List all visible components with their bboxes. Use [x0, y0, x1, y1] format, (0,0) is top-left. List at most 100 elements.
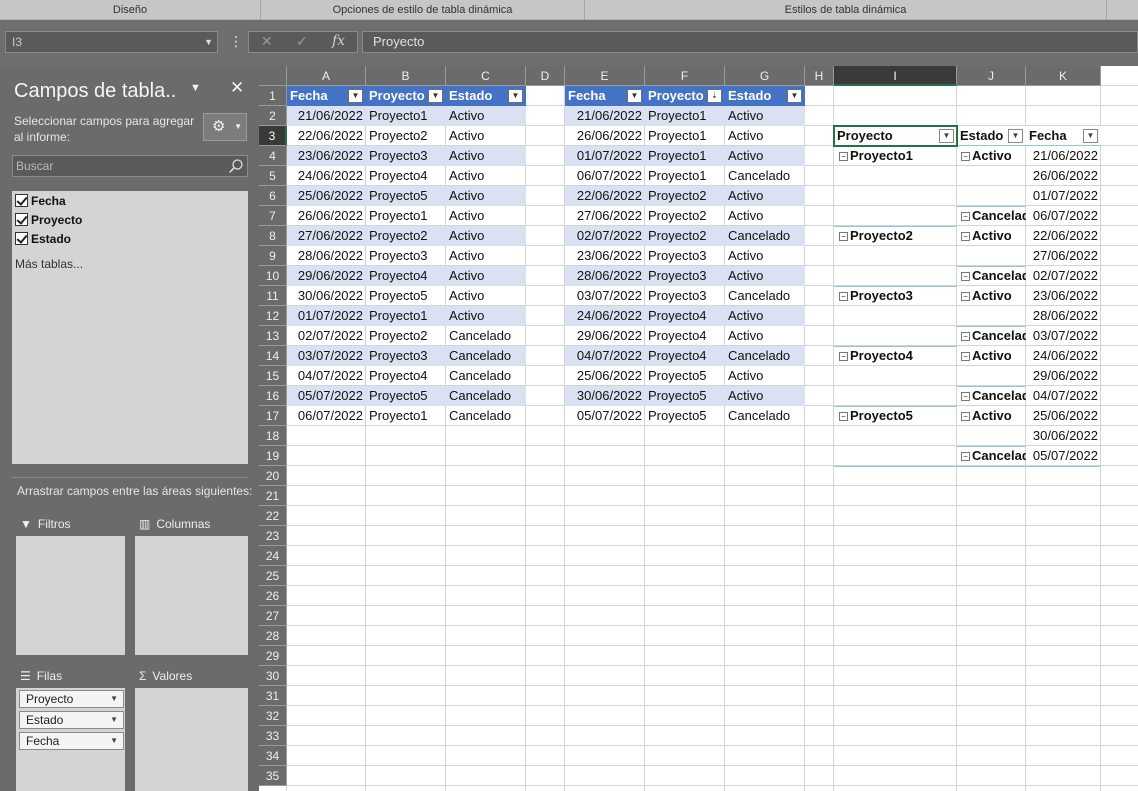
pivot-value-cell[interactable]: 04/07/2022: [1026, 386, 1101, 406]
table-cell[interactable]: 05/07/2022: [565, 406, 645, 426]
collapse-icon[interactable]: −: [839, 352, 848, 361]
table-cell[interactable]: 03/07/2022: [565, 286, 645, 306]
table-cell[interactable]: Cancelado: [446, 366, 526, 386]
table-cell[interactable]: Proyecto1: [645, 166, 725, 186]
table-cell[interactable]: Activo: [725, 246, 805, 266]
row-header-26[interactable]: 26: [259, 586, 287, 606]
pivot-row-label[interactable]: − Proyecto4: [834, 346, 957, 366]
table-cell[interactable]: 21/06/2022: [565, 106, 645, 126]
filter-dropdown-icon[interactable]: ▼: [508, 89, 523, 103]
insert-function-icon[interactable]: fx: [332, 33, 345, 49]
table-cell[interactable]: Activo: [725, 386, 805, 406]
collapse-icon[interactable]: −: [961, 392, 970, 401]
checkbox-checked-icon[interactable]: [15, 232, 28, 245]
collapse-icon[interactable]: −: [961, 452, 970, 461]
row-header-32[interactable]: 32: [259, 706, 287, 726]
table-cell[interactable]: Activo: [725, 326, 805, 346]
table-cell[interactable]: 29/06/2022: [287, 266, 366, 286]
table-cell[interactable]: Proyecto5: [645, 386, 725, 406]
pivot-row-label[interactable]: −Cancelado: [957, 206, 1026, 226]
table-cell[interactable]: 22/06/2022: [287, 126, 366, 146]
table-cell[interactable]: 04/07/2022: [565, 346, 645, 366]
collapse-icon[interactable]: −: [839, 232, 848, 241]
collapse-icon[interactable]: −: [961, 212, 970, 221]
pivot-value-cell[interactable]: 02/07/2022: [1026, 266, 1101, 286]
table-cell[interactable]: Activo: [725, 106, 805, 126]
collapse-icon[interactable]: −: [961, 152, 970, 161]
table-cell[interactable]: Proyecto4: [645, 346, 725, 366]
pivot-row-label[interactable]: − Proyecto3: [834, 286, 957, 306]
table-cell[interactable]: 28/06/2022: [565, 266, 645, 286]
table-cell[interactable]: Proyecto5: [645, 406, 725, 426]
row-header-2[interactable]: 2: [259, 106, 287, 126]
table-cell[interactable]: Proyecto3: [366, 146, 446, 166]
collapse-icon[interactable]: −: [961, 232, 970, 241]
checkbox-checked-icon[interactable]: [15, 194, 28, 207]
cancel-icon[interactable]: ✕: [261, 33, 273, 50]
row-field-chip[interactable]: Fecha ▼: [19, 732, 124, 750]
filter-dropdown-icon[interactable]: ⇣: [707, 89, 722, 103]
table-cell[interactable]: Proyecto4: [366, 266, 446, 286]
pivot-value-cell[interactable]: 06/07/2022: [1026, 206, 1101, 226]
row-header-18[interactable]: 18: [259, 426, 287, 446]
column-header-d[interactable]: D: [526, 66, 565, 86]
chevron-down-icon[interactable]: ▼: [110, 712, 118, 728]
enter-icon[interactable]: ✓: [296, 33, 308, 50]
pivot-value-cell[interactable]: 29/06/2022: [1026, 366, 1101, 386]
table-cell[interactable]: Activo: [725, 266, 805, 286]
table-cell[interactable]: 26/06/2022: [565, 126, 645, 146]
table-cell[interactable]: Cancelado: [725, 406, 805, 426]
values-area[interactable]: [135, 688, 248, 791]
table-cell[interactable]: 24/06/2022: [287, 166, 366, 186]
table-cell[interactable]: Cancelado: [725, 286, 805, 306]
table-cell[interactable]: Cancelado: [725, 226, 805, 246]
row-header-16[interactable]: 16: [259, 386, 287, 406]
table-cell[interactable]: Proyecto2: [645, 206, 725, 226]
pivot-value-cell[interactable]: 05/07/2022: [1026, 446, 1101, 466]
table-cell[interactable]: Cancelado: [446, 326, 526, 346]
filters-area[interactable]: [16, 536, 125, 655]
table-cell[interactable]: Activo: [446, 166, 526, 186]
table-cell[interactable]: Activo: [725, 146, 805, 166]
row-header-33[interactable]: 33: [259, 726, 287, 746]
pivot-value-cell[interactable]: 03/07/2022: [1026, 326, 1101, 346]
rows-area[interactable]: Proyecto ▼ Estado ▼ Fecha ▼: [16, 688, 125, 791]
pivot-row-label[interactable]: − Proyecto5: [834, 406, 957, 426]
chevron-down-icon[interactable]: ▼: [110, 691, 118, 707]
table-cell[interactable]: 22/06/2022: [565, 186, 645, 206]
row-header-29[interactable]: 29: [259, 646, 287, 666]
checkbox-checked-icon[interactable]: [15, 213, 28, 226]
table-cell[interactable]: Cancelado: [725, 346, 805, 366]
filter-dropdown-icon[interactable]: ▼: [428, 89, 443, 103]
collapse-icon[interactable]: −: [961, 292, 970, 301]
table-cell[interactable]: 30/06/2022: [287, 286, 366, 306]
tools-button[interactable]: ⚙ ▼: [203, 113, 247, 141]
column-header-i[interactable]: I: [834, 66, 957, 86]
filter-dropdown-icon[interactable]: ▼: [348, 89, 363, 103]
pivot-row-label[interactable]: −Cancelado: [957, 446, 1026, 466]
row-field-chip[interactable]: Estado ▼: [19, 711, 124, 729]
table-cell[interactable]: Proyecto1: [366, 306, 446, 326]
table-cell[interactable]: Cancelado: [446, 406, 526, 426]
name-box[interactable]: I3 ▼: [5, 31, 218, 53]
table-cell[interactable]: Proyecto3: [366, 346, 446, 366]
pivot-value-cell[interactable]: 26/06/2022: [1026, 166, 1101, 186]
row-header-35[interactable]: 35: [259, 766, 287, 786]
pivot-row-label[interactable]: − Activo: [957, 226, 1026, 246]
table-cell[interactable]: 24/06/2022: [565, 306, 645, 326]
row-header-8[interactable]: 8: [259, 226, 287, 246]
table-cell[interactable]: Proyecto2: [645, 226, 725, 246]
table-cell[interactable]: Activo: [725, 366, 805, 386]
table-cell[interactable]: Proyecto4: [366, 366, 446, 386]
table-cell[interactable]: Proyecto1: [366, 406, 446, 426]
column-header-e[interactable]: E: [565, 66, 645, 86]
row-header-15[interactable]: 15: [259, 366, 287, 386]
table-cell[interactable]: Proyecto2: [366, 126, 446, 146]
row-header-20[interactable]: 20: [259, 466, 287, 486]
table-cell[interactable]: 21/06/2022: [287, 106, 366, 126]
pivot-row-label[interactable]: − Activo: [957, 346, 1026, 366]
table-cell[interactable]: Proyecto2: [366, 326, 446, 346]
row-header-22[interactable]: 22: [259, 506, 287, 526]
row-field-chip[interactable]: Proyecto ▼: [19, 690, 124, 708]
table-cell[interactable]: Activo: [446, 306, 526, 326]
